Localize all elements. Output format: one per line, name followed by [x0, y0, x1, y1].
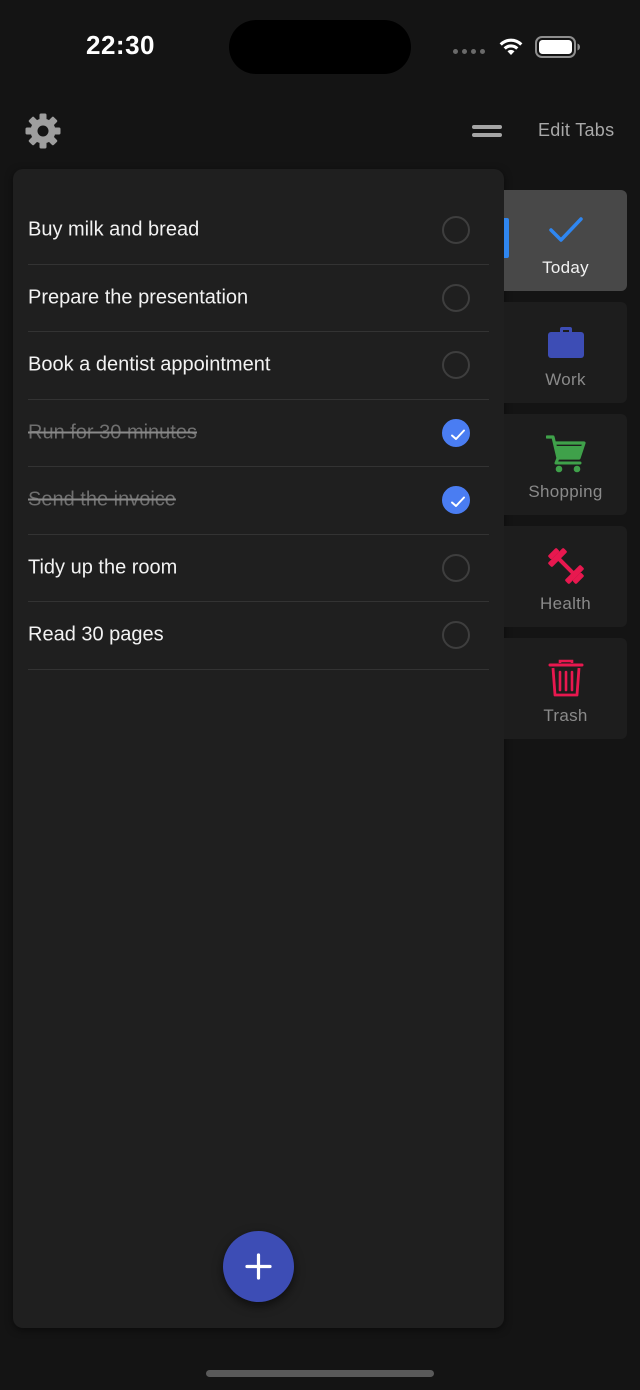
plus-icon — [245, 1253, 272, 1280]
tab-label: Work — [545, 370, 586, 389]
battery-icon — [535, 36, 580, 58]
todo-text: Tidy up the room — [28, 556, 178, 579]
todo-text: Run for 30 minutes — [28, 421, 197, 444]
cart-icon — [545, 435, 586, 473]
briefcase-icon — [547, 327, 584, 358]
tab-shopping[interactable]: Shopping — [504, 414, 627, 515]
wifi-icon — [499, 38, 523, 55]
todo-text: Prepare the presentation — [28, 286, 249, 309]
gear-icon — [25, 113, 61, 149]
todo-item[interactable]: Book a dentist appointment — [28, 332, 489, 400]
edit-tabs-button[interactable]: Edit Tabs — [538, 120, 614, 141]
tab-work[interactable]: Work — [504, 302, 627, 403]
cellular-signal-icon — [453, 49, 485, 54]
add-todo-button[interactable] — [223, 1231, 294, 1302]
dumbbell-icon — [547, 548, 584, 584]
todo-panel: Buy milk and bread Prepare the presentat… — [13, 169, 504, 1328]
todo-item[interactable]: Tidy up the room — [28, 535, 489, 602]
todo-checkbox[interactable] — [442, 553, 470, 582]
dynamic-island — [229, 20, 411, 74]
todo-checkbox[interactable] — [442, 486, 470, 515]
todo-item[interactable]: Buy milk and bread — [28, 197, 489, 265]
todo-item[interactable]: Send the invoice — [28, 467, 489, 535]
todo-text: Book a dentist appointment — [28, 353, 271, 376]
todo-item[interactable]: Run for 30 minutes — [28, 400, 489, 467]
checkmark-icon — [451, 496, 465, 508]
menu-icon-bar — [472, 125, 502, 129]
menu-icon-bar — [472, 133, 502, 137]
todo-text: Send the invoice — [28, 488, 176, 511]
home-indicator — [206, 1370, 434, 1377]
todo-text: Buy milk and bread — [28, 218, 200, 241]
menu-button[interactable] — [472, 122, 502, 142]
todo-text: Read 30 pages — [28, 623, 164, 646]
tab-health[interactable]: Health — [504, 526, 627, 627]
todo-checkbox[interactable] — [442, 621, 470, 650]
category-tabs: Today Work Shopping Health Trash — [504, 190, 627, 750]
todo-checkbox[interactable] — [442, 283, 470, 312]
todo-checkbox[interactable] — [442, 418, 470, 447]
trash-icon — [548, 659, 583, 697]
active-tab-indicator — [504, 218, 509, 258]
checkmark-icon — [548, 217, 583, 242]
status-time: 22:30 — [86, 30, 155, 60]
tab-label: Today — [542, 258, 589, 277]
settings-button[interactable] — [24, 112, 62, 150]
tab-label: Trash — [543, 706, 588, 725]
checkmark-icon — [451, 429, 465, 440]
tab-trash[interactable]: Trash — [504, 638, 627, 739]
status-bar: 22:30 — [0, 0, 640, 96]
todo-item[interactable]: Prepare the presentation — [28, 265, 489, 332]
todo-checkbox[interactable] — [442, 216, 470, 245]
tab-today[interactable]: Today — [504, 190, 627, 291]
tab-label: Shopping — [528, 482, 603, 501]
todo-item[interactable]: Read 30 pages — [28, 602, 489, 670]
todo-list: Buy milk and bread Prepare the presentat… — [28, 197, 489, 670]
todo-checkbox[interactable] — [442, 351, 470, 380]
tab-label: Health — [540, 594, 591, 613]
